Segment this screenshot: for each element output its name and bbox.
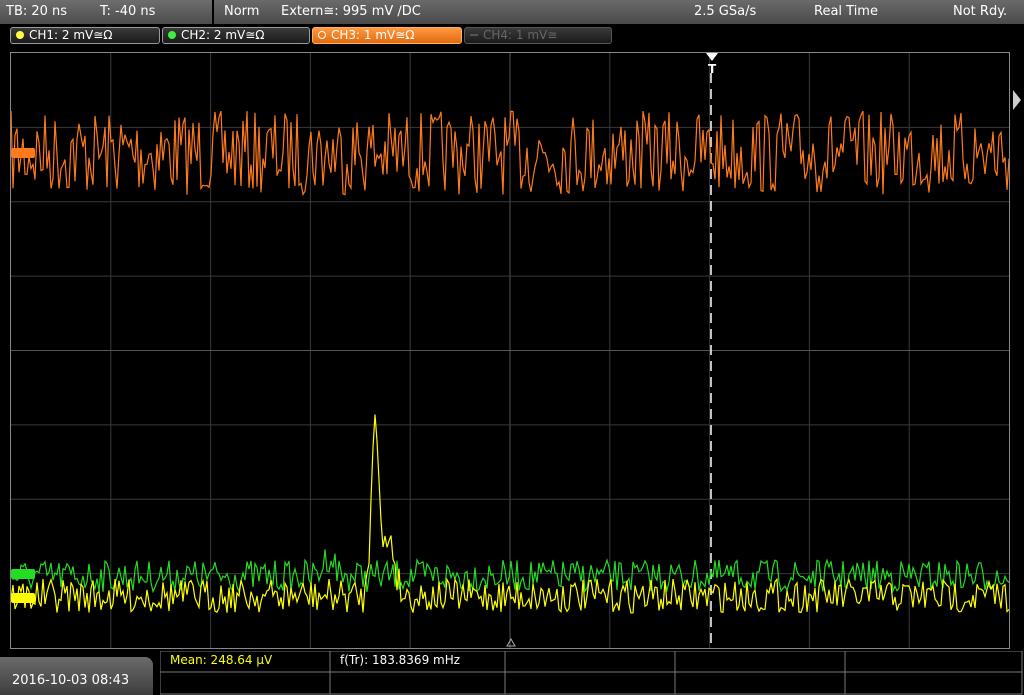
channel-2-label: CH2: 2 mV≅Ω xyxy=(181,28,265,42)
channel-2-button[interactable]: CH2: 2 mV≅Ω xyxy=(162,27,310,44)
status-bar: TB: 20 ns T: -40 ns Norm Extern≅: 995 mV… xyxy=(0,0,1024,24)
ch3-indicator-icon xyxy=(318,31,326,39)
datetime-label: 2016-10-03 08:43 xyxy=(12,673,130,688)
channel-4-button[interactable]: CH4: 1 mV≅ xyxy=(464,27,612,44)
channel-3-label: CH3: 1 mV≅Ω xyxy=(331,28,415,42)
channel-3-button[interactable]: CH3: 1 mV≅Ω xyxy=(312,27,462,44)
horizontal-center-marker xyxy=(506,637,516,647)
right-scroll-arrow-icon[interactable] xyxy=(1011,90,1021,110)
timebase-label: TB: 20 ns xyxy=(6,4,68,19)
waveform-canvas[interactable] xyxy=(11,53,1009,648)
trigger-state-label: Not Rdy. xyxy=(953,4,1008,19)
channel-1-label: CH1: 2 mV≅Ω xyxy=(29,28,113,42)
trigger-mode-label[interactable]: Norm xyxy=(224,4,259,19)
ch1-indicator-icon xyxy=(16,31,24,39)
channel-4-label: CH4: 1 mV≅ xyxy=(483,28,558,42)
trigger-t-label: T xyxy=(708,62,717,76)
measurement-table-grid xyxy=(160,651,1023,695)
trigger-position-marker[interactable]: T xyxy=(705,53,719,77)
acquisition-mode-label[interactable]: Real Time xyxy=(814,4,878,19)
mean-measurement[interactable]: Mean: 248.64 µV xyxy=(170,653,272,671)
trigger-source-label[interactable]: Extern≅: 995 mV ∕DC xyxy=(281,4,421,19)
waveform-display[interactable] xyxy=(10,52,1010,649)
ch2-indicator-icon xyxy=(168,31,176,39)
ch3-offset-marker[interactable] xyxy=(11,148,35,158)
timebase-panel[interactable]: TB: 20 ns T: -40 ns xyxy=(0,0,214,24)
sample-rate-label: 2.5 GSa/s xyxy=(694,4,757,19)
datetime-panel: 2016-10-03 08:43 xyxy=(0,657,153,695)
ch4-indicator-icon xyxy=(470,34,478,36)
ch1-offset-marker[interactable] xyxy=(11,593,35,603)
ch2-offset-marker[interactable] xyxy=(11,569,35,579)
frequency-measurement[interactable]: f(Tr): 183.8369 mHz xyxy=(340,653,460,671)
trigger-time-label: T: -40 ns xyxy=(100,4,156,19)
channel-tabs: CH1: 2 mV≅Ω CH2: 2 mV≅Ω CH3: 1 mV≅Ω CH4:… xyxy=(0,24,1024,48)
channel-1-button[interactable]: CH1: 2 mV≅Ω xyxy=(10,27,160,44)
